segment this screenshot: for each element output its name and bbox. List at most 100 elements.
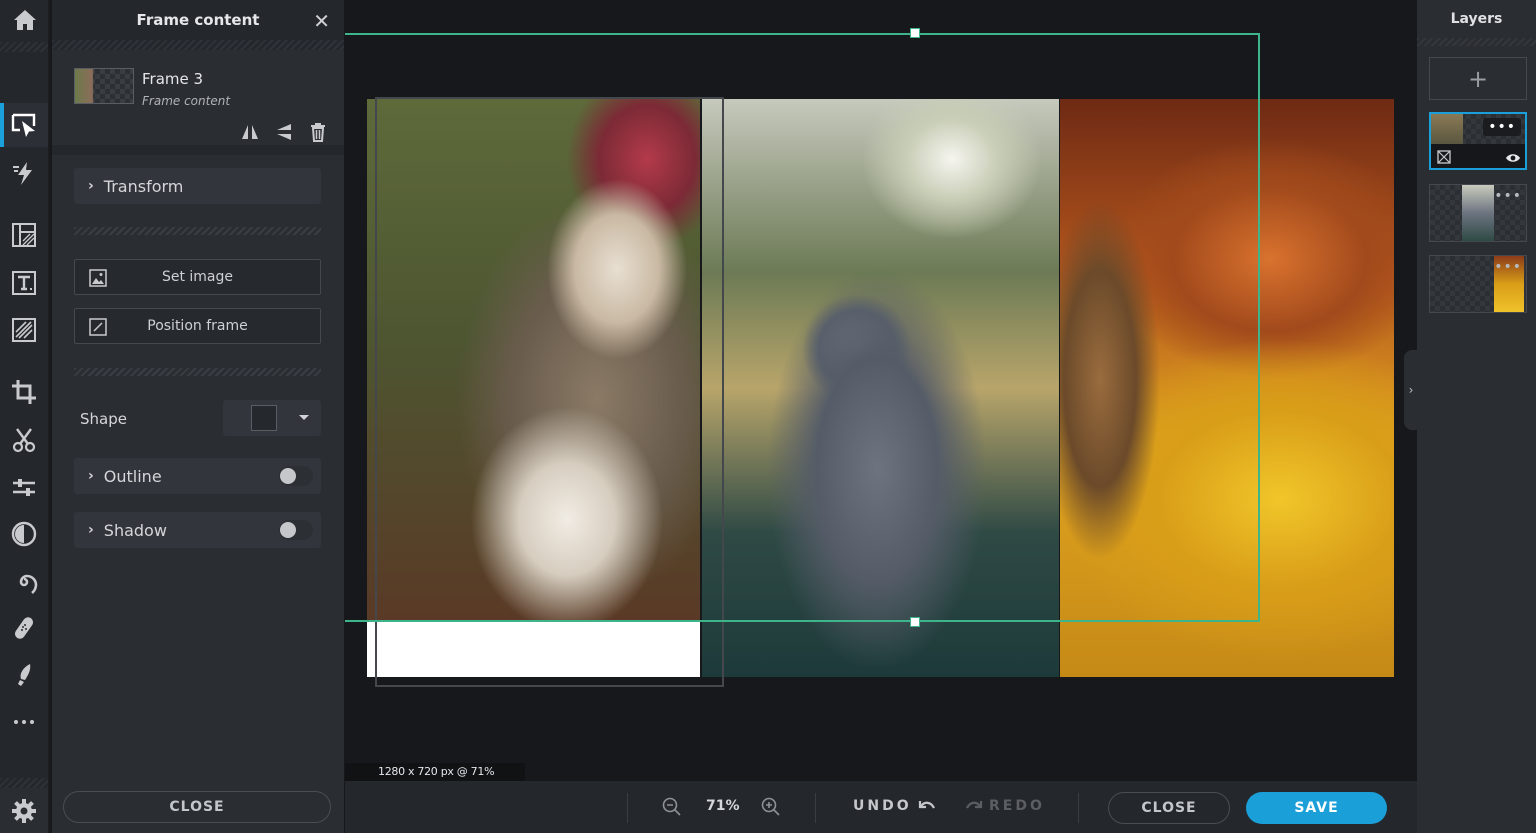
rail-divider xyxy=(0,42,48,52)
tool-templates[interactable] xyxy=(0,213,48,257)
shadow-toggle[interactable] xyxy=(279,520,313,540)
resize-handle-top-right[interactable] xyxy=(910,28,920,38)
scissors-icon xyxy=(12,428,36,453)
resize-icon xyxy=(89,318,107,336)
outline-label: Outline xyxy=(103,466,162,486)
settings-button[interactable] xyxy=(0,788,48,833)
canvas-area[interactable]: 1280 x 720 px @ 71% xyxy=(345,0,1417,781)
photo-editor: Frame content ✕ Frame 3 Frame content › … xyxy=(0,0,1536,833)
transform-label: Transform xyxy=(103,176,184,196)
arrange-cursor-icon xyxy=(11,113,36,137)
crop-icon xyxy=(12,380,36,404)
close-panel-button[interactable]: ✕ xyxy=(313,9,330,33)
panel-header: Frame content ✕ xyxy=(52,0,344,40)
tool-quick-actions[interactable] xyxy=(0,151,48,195)
text-icon xyxy=(12,271,36,295)
tool-crop[interactable] xyxy=(0,370,48,414)
hatch-fill-icon xyxy=(12,318,36,342)
layer-menu-button[interactable]: ••• xyxy=(1483,118,1521,136)
panel-divider xyxy=(52,145,344,155)
flip-horizontal-button[interactable] xyxy=(240,122,260,142)
tool-rail xyxy=(0,0,50,833)
gear-icon xyxy=(12,798,36,823)
tool-liquify[interactable] xyxy=(0,560,48,604)
panel-title: Frame content xyxy=(136,11,260,29)
flip-vertical-icon xyxy=(277,124,291,140)
tool-draw[interactable] xyxy=(0,653,48,697)
tool-retouch[interactable] xyxy=(0,606,48,650)
tool-adjust[interactable] xyxy=(0,465,48,509)
layers-title: Layers xyxy=(1450,11,1503,27)
undo-button[interactable]: UNDO xyxy=(853,798,936,814)
shape-dropdown[interactable] xyxy=(223,400,321,436)
trash-icon xyxy=(311,123,325,142)
layer-item-frame-2[interactable]: ••• xyxy=(1429,184,1527,242)
layer-item-frame-3[interactable]: ••• xyxy=(1429,112,1527,170)
tool-text[interactable] xyxy=(0,261,48,305)
canvas-dimensions: 1280 x 720 px @ 71% xyxy=(345,763,525,781)
eye-icon[interactable] xyxy=(1505,152,1521,164)
redo-icon xyxy=(966,801,983,809)
layer-thumbnail xyxy=(1462,185,1494,241)
zoom-level: 71% xyxy=(706,798,740,814)
toolbar-divider xyxy=(627,793,628,823)
chevron-right-icon: › xyxy=(88,522,94,538)
toolbar-divider xyxy=(815,793,816,823)
layer-subtitle: Frame content xyxy=(142,94,231,108)
tool-more[interactable] xyxy=(0,700,48,744)
undo-icon xyxy=(918,801,935,809)
artboard[interactable] xyxy=(367,97,1394,687)
caret-down-icon xyxy=(299,415,309,420)
flip-horizontal-icon xyxy=(242,125,258,139)
layers-collapse-button[interactable]: › xyxy=(1404,350,1418,430)
layer-info: Frame 3 Frame content xyxy=(52,50,344,145)
shape-swatch xyxy=(251,405,277,431)
add-layer-button[interactable]: + xyxy=(1429,57,1527,100)
properties-panel: Frame content ✕ Frame 3 Frame content › … xyxy=(52,0,344,833)
undo-label: UNDO xyxy=(853,798,912,814)
contrast-icon xyxy=(11,521,37,547)
frame-icon xyxy=(1437,150,1451,164)
tool-arrange[interactable] xyxy=(0,103,48,147)
lightning-icon xyxy=(13,162,32,185)
spiral-icon xyxy=(19,574,38,595)
save-button[interactable]: SAVE xyxy=(1246,792,1387,824)
position-frame-label: Position frame xyxy=(147,318,248,334)
redo-button[interactable]: REDO xyxy=(965,798,1045,814)
chevron-right-icon: › xyxy=(88,178,94,194)
plus-icon: + xyxy=(1467,64,1489,93)
frame-3-image[interactable] xyxy=(367,99,700,677)
home-button[interactable] xyxy=(0,0,50,40)
layer-menu-button[interactable]: ••• xyxy=(1494,189,1522,203)
tool-cutout[interactable] xyxy=(0,418,48,462)
tool-pattern[interactable] xyxy=(0,308,48,352)
shape-label: Shape xyxy=(80,410,127,428)
position-frame-button[interactable]: Position frame xyxy=(74,308,321,344)
transform-section[interactable]: › Transform xyxy=(74,168,321,204)
frame-2-image[interactable] xyxy=(702,99,1059,677)
bandage-icon xyxy=(14,617,34,639)
zoom-in-button[interactable] xyxy=(761,797,781,817)
tool-effects[interactable] xyxy=(0,512,48,556)
close-button[interactable]: CLOSE xyxy=(1108,792,1230,824)
layer-item-frame-1[interactable]: ••• xyxy=(1429,255,1527,313)
set-image-label: Set image xyxy=(161,269,234,285)
set-image-button[interactable]: Set image xyxy=(74,259,321,295)
frame-1-image[interactable] xyxy=(1060,99,1394,677)
layers-divider xyxy=(1417,38,1536,46)
shadow-section[interactable]: › Shadow xyxy=(74,512,321,548)
brush-icon xyxy=(18,664,31,686)
panel-close-button[interactable]: CLOSE xyxy=(63,791,331,823)
layer-actions xyxy=(240,122,328,142)
bottom-toolbar: 71% UNDO REDO CLOSE SAVE xyxy=(345,781,1417,833)
image-icon xyxy=(89,269,107,287)
resize-handle-bottom-right[interactable] xyxy=(910,617,920,627)
layer-thumbnail xyxy=(74,68,134,104)
sliders-icon xyxy=(13,479,35,496)
flip-vertical-button[interactable] xyxy=(274,122,294,142)
zoom-out-button[interactable] xyxy=(662,797,682,817)
layer-menu-button[interactable]: ••• xyxy=(1494,260,1522,274)
delete-button[interactable] xyxy=(308,122,328,142)
outline-section[interactable]: › Outline xyxy=(74,458,321,494)
outline-toggle[interactable] xyxy=(279,466,313,486)
